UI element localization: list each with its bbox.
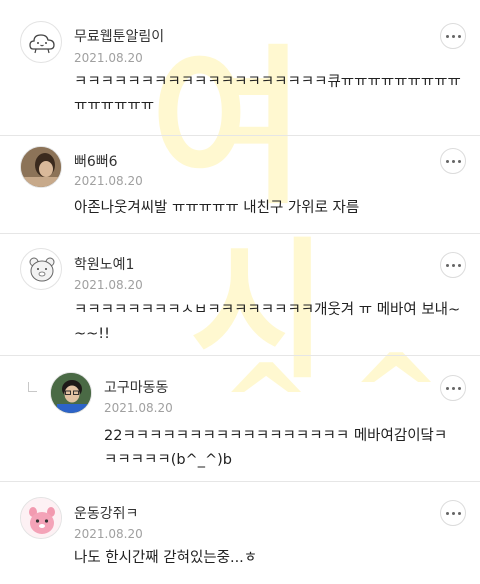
cloud-face-icon	[29, 34, 55, 54]
avatar[interactable]	[20, 497, 62, 539]
more-options-button[interactable]	[440, 375, 466, 401]
comment-date: 2021.08.20	[74, 527, 143, 541]
comment-username[interactable]: 무료웹툰알림이	[74, 26, 164, 46]
pink-character-icon	[21, 498, 61, 538]
comment-item: 학원노예1 2021.08.20 ㅋㅋㅋㅋㅋㅋㅋㅋㅅㅂㅋㅋㅋㅋㅋㅋㅋㅋ개웃겨 ㅠ…	[0, 234, 480, 356]
comment-text: ㅋㅋㅋㅋㅋㅋㅋㅋㅅㅂㅋㅋㅋㅋㅋㅋㅋㅋ개웃겨 ㅠ 메바여 보내~~~!!	[74, 302, 461, 342]
comment-date: 2021.08.20	[74, 278, 143, 292]
user-photo	[51, 373, 91, 413]
reply-indicator-icon	[28, 382, 37, 392]
comment-date: 2021.08.20	[74, 174, 143, 188]
comment-text: ㅋㅋㅋㅋㅋㅋㅋㅋㅋㅋㅋㅋㅋㅋㅋㅋㅋㅋㅋ큐ㅠㅠㅠㅠㅠㅠㅠㅠㅠㅠㅠㅠㅠㅠㅠ	[74, 74, 461, 114]
comment-item: 운동강쥐ㅋ 2021.08.20 나도 한시간째 갇혀있는중...ㅎ	[0, 482, 480, 584]
comment-date: 2021.08.20	[74, 51, 143, 65]
comment-username[interactable]: 뻐6뻐6	[74, 151, 118, 171]
user-photo	[21, 147, 61, 187]
comment-text: 아존나웃겨씨발 ㅠㅠㅠㅠㅠ 내친구 가위로 자름	[74, 200, 360, 216]
more-options-button[interactable]	[440, 148, 466, 174]
avatar[interactable]	[50, 372, 92, 414]
comment-username[interactable]: 학원노예1	[74, 254, 134, 274]
comment-username[interactable]: 고구마동동	[104, 377, 168, 397]
more-options-button[interactable]	[440, 500, 466, 526]
avatar[interactable]	[20, 21, 62, 63]
comment-text: 22ㅋㅋㅋㅋㅋㅋㅋㅋㅋㅋㅋㅋㅋㅋㅋㅋㅋ 메바여감이닼ㅋㅋㅋㅋㅋㅋ(b^_^)b	[104, 428, 448, 468]
comment-item: 무료웹툰알림이 2021.08.20 ㅋㅋㅋㅋㅋㅋㅋㅋㅋㅋㅋㅋㅋㅋㅋㅋㅋㅋㅋ큐ㅠ…	[0, 0, 480, 136]
comment-date: 2021.08.20	[104, 401, 173, 415]
bear-icon	[29, 257, 55, 282]
reply-item: 고구마동동 2021.08.20 22ㅋㅋㅋㅋㅋㅋㅋㅋㅋㅋㅋㅋㅋㅋㅋㅋㅋ 메바여…	[0, 356, 480, 482]
more-options-button[interactable]	[440, 23, 466, 49]
comment-username[interactable]: 운동강쥐ㅋ	[74, 503, 138, 523]
more-options-button[interactable]	[440, 252, 466, 278]
comment-text: 나도 한시간째 갇혀있는중...ㅎ	[74, 550, 258, 566]
avatar[interactable]	[20, 146, 62, 188]
avatar[interactable]	[20, 248, 62, 290]
comment-item: 뻐6뻐6 2021.08.20 아존나웃겨씨발 ㅠㅠㅠㅠㅠ 내친구 가위로 자름	[0, 136, 480, 234]
